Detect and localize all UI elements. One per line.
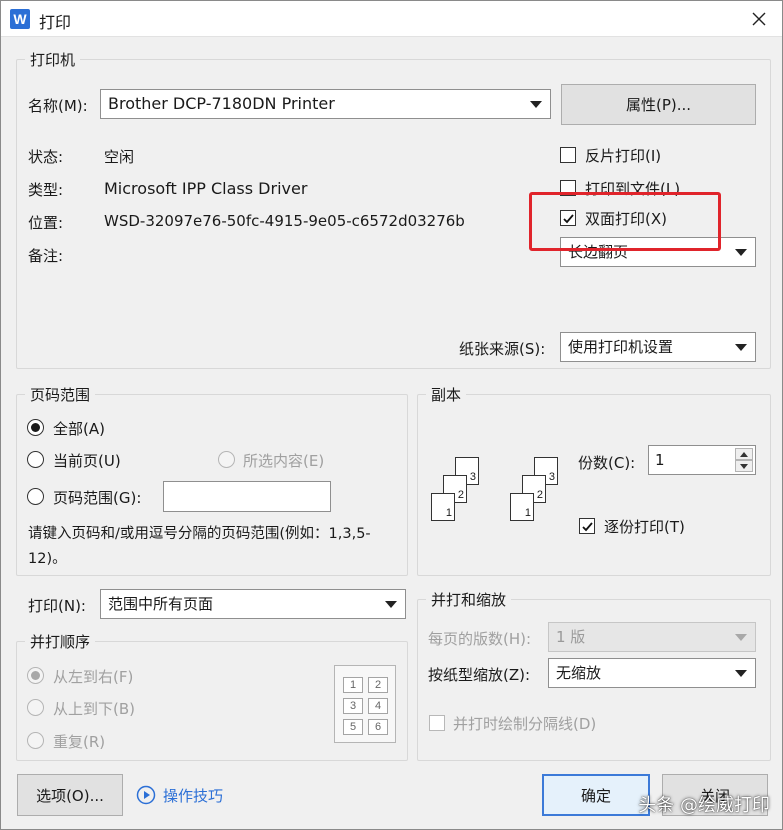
draw-borders-label[interactable]: 并打时绘制分隔线(D) [453, 713, 596, 734]
comment-label: 备注: [28, 247, 64, 265]
reverse-print-checkbox[interactable] [560, 147, 576, 163]
title-bar: W 打印 [1, 1, 782, 37]
copy-page-icon: 1 [510, 493, 534, 521]
properties-button[interactable]: 属性(P)... [561, 84, 756, 125]
chevron-down-icon [530, 101, 542, 108]
print-order-group-label: 并打顺序 [30, 633, 91, 651]
status-value: 空闲 [104, 148, 135, 166]
draw-borders-checkbox[interactable] [429, 715, 445, 731]
scale-value: 无缩放 [556, 664, 602, 682]
scale-label: 按纸型缩放(Z): [428, 666, 531, 684]
order-cell: 5 [343, 719, 363, 735]
print-what-select[interactable]: 范围中所有页面 [100, 589, 406, 619]
tips-icon[interactable] [136, 785, 156, 805]
page-range-input[interactable] [163, 481, 331, 512]
pages-per-sheet-select[interactable]: 1 版 [548, 622, 756, 652]
reverse-print-label[interactable]: 反片打印(I) [585, 145, 661, 166]
paper-source-value: 使用打印机设置 [568, 338, 674, 356]
spin-down-icon[interactable] [735, 460, 753, 472]
printer-name-value: Brother DCP-7180DN Printer [108, 94, 335, 113]
copies-group-label: 副本 [431, 386, 462, 404]
paper-source-label: 纸张来源(S): [459, 340, 546, 358]
ok-button[interactable]: 确定 [542, 774, 650, 816]
range-selection-radio[interactable] [218, 451, 235, 468]
type-label: 类型: [28, 181, 64, 199]
pages-per-sheet-value: 1 版 [556, 628, 586, 646]
close-icon[interactable] [742, 4, 776, 34]
order-cell: 4 [368, 698, 388, 714]
copies-count-label: 份数(C): [578, 454, 636, 472]
collate-checkbox[interactable] [579, 518, 595, 534]
order-repeat-label[interactable]: 重复(R) [53, 731, 105, 752]
range-pages-radio[interactable] [27, 488, 44, 505]
range-all-radio[interactable] [27, 419, 44, 436]
order-left-to-right-radio[interactable] [27, 667, 44, 684]
paper-source-select[interactable]: 使用打印机设置 [560, 332, 756, 362]
range-all-label[interactable]: 全部(A) [53, 418, 105, 439]
chevron-down-icon [735, 344, 747, 351]
chevron-down-icon [735, 634, 747, 641]
spin-up-icon[interactable] [735, 448, 753, 460]
scale-select[interactable]: 无缩放 [548, 658, 756, 688]
range-current-radio[interactable] [27, 451, 44, 468]
copies-count-input[interactable]: 1 [648, 445, 756, 475]
chevron-down-icon [385, 601, 397, 608]
status-label: 状态: [28, 148, 64, 166]
chevron-down-icon [735, 670, 747, 677]
zoom-group-label: 并打和缩放 [431, 591, 507, 609]
print-order-preview: 1 2 3 4 5 6 [334, 665, 396, 743]
order-cell: 2 [368, 677, 388, 693]
watermark-text: 头条 @绘威打印 [638, 795, 770, 816]
copies-count-value: 1 [655, 451, 665, 469]
copy-page-icon: 1 [431, 493, 455, 521]
collate-label[interactable]: 逐份打印(T) [604, 516, 685, 537]
pages-per-sheet-label: 每页的版数(H): [428, 630, 532, 648]
location-label: 位置: [28, 214, 64, 232]
order-repeat-radio[interactable] [27, 732, 44, 749]
order-cell: 3 [343, 698, 363, 714]
printer-name-label: 名称(M): [28, 97, 88, 115]
printer-group-label: 打印机 [30, 51, 76, 69]
print-what-label: 打印(N): [28, 597, 86, 615]
print-what-value: 范围中所有页面 [108, 595, 214, 613]
duplex-highlight-box [529, 192, 721, 251]
page-range-group-label: 页码范围 [30, 386, 91, 404]
tips-link[interactable]: 操作技巧 [163, 785, 223, 806]
order-cell: 1 [343, 677, 363, 693]
order-cell: 6 [368, 719, 388, 735]
order-left-to-right-label[interactable]: 从左到右(F) [53, 666, 133, 687]
chevron-down-icon [735, 249, 747, 256]
order-top-to-bottom-label[interactable]: 从上到下(B) [53, 698, 135, 719]
order-top-to-bottom-radio[interactable] [27, 699, 44, 716]
page-range-hint: 请键入页码和/或用逗号分隔的页码范围(例如：1,3,5-12)。 [28, 526, 371, 567]
range-pages-label[interactable]: 页码范围(G): [53, 487, 141, 508]
location-value: WSD-32097e76-50fc-4915-9e05-c6572d03276b [104, 212, 465, 230]
wps-writer-icon: W [10, 9, 30, 29]
printer-name-select[interactable]: Brother DCP-7180DN Printer [100, 89, 551, 119]
checkmark-icon [582, 522, 593, 532]
type-value: Microsoft IPP Class Driver [104, 179, 308, 198]
range-current-label[interactable]: 当前页(U) [53, 450, 121, 471]
options-button[interactable]: 选项(O)... [17, 774, 123, 816]
print-dialog: W 打印 打印机 名称(M): Brother DCP-7180DN Print… [0, 0, 783, 830]
range-selection-label[interactable]: 所选内容(E) [243, 450, 324, 471]
window-title: 打印 [39, 13, 72, 32]
